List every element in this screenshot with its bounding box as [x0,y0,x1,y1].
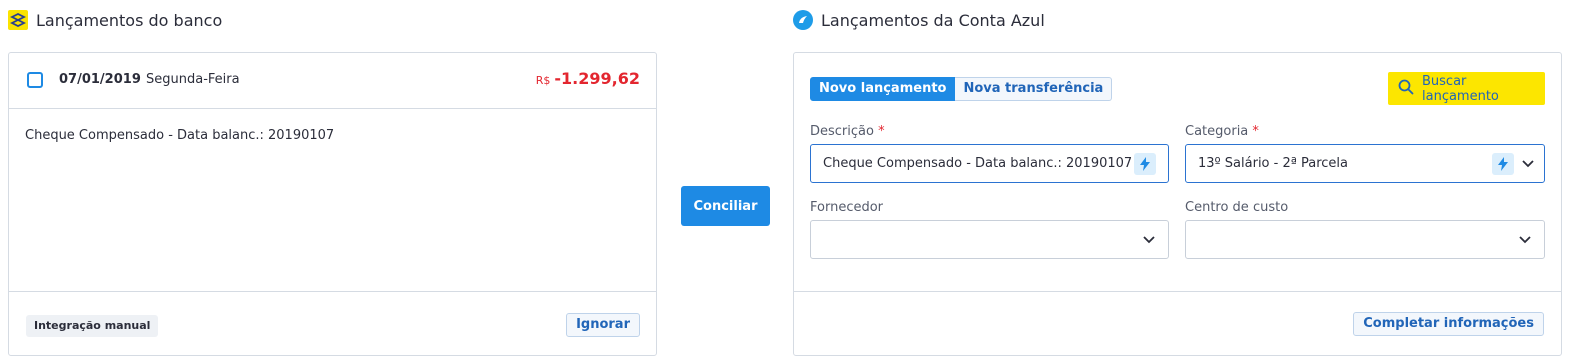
fornecedor-label-text: Fornecedor [810,200,884,215]
integration-tag: Integração manual [26,315,159,337]
ignore-button[interactable]: Ignorar [566,313,640,337]
entry-type-tabs: Novo lançamento Nova transferência [810,77,1113,101]
tab-nova-transferencia[interactable]: Nova transferência [955,77,1113,101]
currency-symbol: R$ [535,74,551,87]
lightning-icon[interactable] [1492,153,1514,175]
chevron-down-icon [1143,236,1155,244]
bank-transaction-card: 07/01/2019 Segunda-Feira R$ -1.299,62 Ch… [8,52,657,356]
chevron-down-icon [1522,160,1534,168]
fornecedor-select[interactable] [810,220,1169,259]
bank-logo-icon [8,10,28,30]
categoria-select[interactable]: 13º Salário - 2ª Parcela [1185,144,1545,183]
lightning-icon[interactable] [1134,153,1156,175]
complete-info-button[interactable]: Completar informações [1353,312,1544,336]
contaazul-panel-header: Lançamentos da Conta Azul [793,8,1045,32]
categoria-label: Categoria * [1185,124,1259,139]
bank-panel-title: Lançamentos do banco [36,10,223,30]
transaction-date: 07/01/2019 [59,72,141,87]
categoria-label-text: Categoria [1185,124,1249,139]
transaction-checkbox[interactable] [27,72,43,88]
conta-azul-logo-icon [793,10,813,30]
tab-novo-lancamento[interactable]: Novo lançamento [810,77,956,101]
transaction-weekday: Segunda-Feira [146,72,240,87]
card-footer-divider [794,291,1561,292]
search-entry-label: Buscar lançamento [1422,73,1499,104]
bank-panel-header: Lançamentos do banco [8,8,222,32]
contaazul-entry-card: Novo lançamento Nova transferência Busca… [793,52,1562,356]
chevron-down-icon [1519,236,1531,244]
descricao-label: Descrição * [810,124,885,139]
fornecedor-label: Fornecedor [810,200,883,215]
transaction-description: Cheque Compensado - Data balanc.: 201901… [25,128,335,143]
descricao-label-text: Descrição [810,124,874,139]
search-icon [1398,79,1414,99]
transaction-footer-row: Integração manual Ignorar [9,291,656,355]
required-mark: * [878,124,885,139]
centro-custo-label: Centro de custo [1185,200,1288,215]
transaction-header-row: 07/01/2019 Segunda-Feira R$ -1.299,62 [9,53,656,109]
centro-custo-label-text: Centro de custo [1185,200,1289,215]
descricao-value: Cheque Compensado - Data balanc.: 201901… [823,156,1133,171]
transaction-amount: R$ -1.299,62 [536,69,640,88]
amount-value: -1.299,62 [554,69,640,88]
required-mark: * [1252,124,1259,139]
descricao-field[interactable]: Cheque Compensado - Data balanc.: 201901… [810,144,1169,183]
centro-custo-select[interactable] [1185,220,1545,259]
search-entry-button[interactable]: Buscar lançamento [1388,72,1545,105]
contaazul-panel-title: Lançamentos da Conta Azul [821,10,1045,30]
categoria-value: 13º Salário - 2ª Parcela [1198,156,1348,171]
reconcile-button[interactable]: Conciliar [681,186,770,226]
